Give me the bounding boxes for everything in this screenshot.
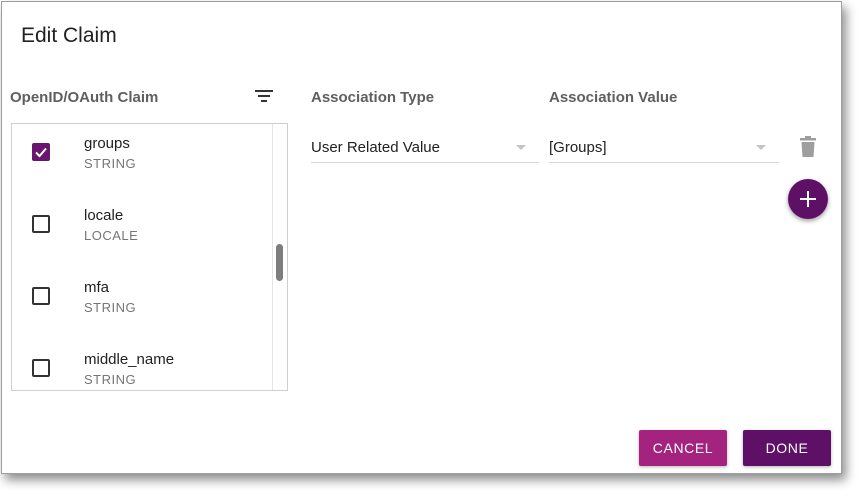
dropdown-arrow-icon [516, 145, 526, 150]
claim-row-middle-name[interactable]: middle_name STRING [12, 340, 272, 390]
scrollbar-thumb[interactable] [276, 244, 283, 281]
claim-list-scrollbar[interactable] [272, 124, 287, 390]
claim-row-locale[interactable]: locale LOCALE [12, 196, 272, 256]
dropdown-arrow-icon [756, 145, 766, 150]
association-value-select[interactable]: [Groups] [549, 130, 779, 163]
claim-type: LOCALE [84, 228, 139, 243]
claim-checkbox-middle-name[interactable] [32, 359, 50, 377]
claim-name: locale [84, 207, 124, 224]
column-header-association-type: Association Type [311, 89, 435, 106]
trash-icon[interactable] [798, 136, 818, 158]
claim-type: STRING [84, 300, 137, 315]
edit-claim-dialog: Edit Claim OpenID/OAuth Claim Associatio… [1, 1, 842, 474]
claim-row-mfa[interactable]: mfa STRING [12, 268, 272, 328]
claim-checkbox-locale[interactable] [32, 215, 50, 233]
claim-name: middle_name [84, 351, 175, 368]
claim-name: groups [84, 135, 130, 152]
done-button[interactable]: DONE [743, 430, 831, 466]
column-header-claim: OpenID/OAuth Claim [10, 89, 159, 106]
claim-name: mfa [84, 279, 110, 296]
association-type-value: User Related Value [311, 139, 440, 156]
association-value-value: [Groups] [549, 139, 607, 156]
claim-type: STRING [84, 156, 137, 171]
claim-type: STRING [84, 372, 137, 387]
add-association-button[interactable] [788, 179, 828, 219]
claim-checkbox-mfa[interactable] [32, 287, 50, 305]
column-header-association-value: Association Value [549, 89, 678, 106]
cancel-button[interactable]: CANCEL [639, 430, 727, 466]
claim-list: groups STRING locale LOCALE mfa STRING m… [11, 123, 288, 391]
plus-icon [800, 191, 816, 207]
association-type-select[interactable]: User Related Value [311, 130, 539, 163]
filter-icon[interactable] [254, 88, 274, 104]
claim-row-groups[interactable]: groups STRING [12, 124, 272, 184]
dialog-title: Edit Claim [21, 24, 117, 47]
claim-checkbox-groups[interactable] [32, 143, 50, 161]
check-icon [35, 147, 47, 158]
